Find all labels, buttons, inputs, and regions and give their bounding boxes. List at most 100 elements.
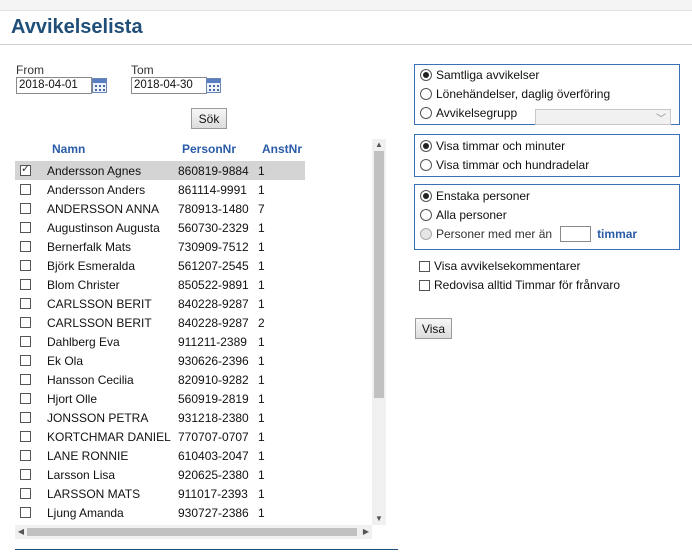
option-persons-more-than[interactable]: Personer med mer än timmar <box>420 226 637 242</box>
row-checkbox[interactable] <box>20 450 31 461</box>
radio-single-persons[interactable] <box>420 190 432 202</box>
row-personnr: 930727-2386 <box>178 506 249 520</box>
table-row[interactable]: Hjort Olle 560919-2819 1 <box>15 389 305 408</box>
option-all-deviations[interactable]: Samtliga avvikelser <box>420 67 539 83</box>
table-row[interactable]: Andersson Agnes 860819-9884 1 <box>15 161 305 180</box>
column-header-personnr[interactable]: PersonNr <box>182 142 236 156</box>
vertical-scrollbar[interactable]: ▲ ▼ <box>372 139 386 525</box>
option-deviation-group-label: Avvikelsegrupp <box>436 106 518 120</box>
show-absence-hours-checkbox[interactable]: Redovisa alltid Timmar för frånvaro <box>419 277 620 293</box>
option-all-deviations-label: Samtliga avvikelser <box>436 68 540 82</box>
horizontal-scroll-thumb[interactable] <box>27 528 357 536</box>
table-row[interactable]: CARLSSON BERIT 840228-9287 1 <box>15 294 305 313</box>
row-personnr: 911211-2389 <box>178 335 247 349</box>
hours-input[interactable] <box>560 226 592 242</box>
row-checkbox[interactable] <box>20 241 31 252</box>
table-row[interactable]: Andersson Anders 861114-9991 1 <box>15 180 305 199</box>
option-deviation-group[interactable]: Avvikelsegrupp <box>420 105 517 121</box>
radio-all-persons[interactable] <box>420 209 432 221</box>
table-row[interactable]: Augustinson Augusta 560730-2329 1 <box>15 218 305 237</box>
row-personnr: 850522-9891 <box>178 278 249 292</box>
table-row[interactable]: JONSSON PETRA 931218-2380 1 <box>15 408 305 427</box>
row-personnr: 770707-0707 <box>178 430 249 444</box>
row-checkbox[interactable] <box>20 412 31 423</box>
row-checkbox[interactable] <box>20 355 31 366</box>
column-header-name[interactable]: Namn <box>52 142 85 156</box>
row-personnr: 780913-1480 <box>178 202 249 216</box>
table-row[interactable]: Larsson Lisa 920625-2380 1 <box>15 465 305 484</box>
table-row[interactable]: LARSSON MATS 911017-2393 1 <box>15 484 305 503</box>
column-header-anstnr[interactable]: AnstNr <box>262 142 302 156</box>
row-personnr: 561207-2545 <box>178 259 249 273</box>
row-checkbox[interactable] <box>20 507 31 518</box>
row-name: Ek Ola <box>47 354 84 368</box>
show-comments-box[interactable] <box>419 260 430 272</box>
table-row[interactable]: Ek Ola 930626-2396 1 <box>15 351 305 370</box>
table-row[interactable]: Hansson Cecilia 820910-9282 1 <box>15 370 305 389</box>
deviation-group-select[interactable]: ﹀ <box>535 109 671 125</box>
radio-persons-more-than[interactable] <box>420 228 432 240</box>
scroll-left-icon[interactable]: ◀ <box>16 527 26 537</box>
search-button[interactable]: Sök <box>191 108 227 129</box>
row-name: LARSSON MATS <box>47 487 141 501</box>
time-format-group: Visa timmar och minuter Visa timmar och … <box>414 134 680 177</box>
row-name: JONSSON PETRA <box>47 411 149 425</box>
row-checkbox[interactable] <box>20 317 31 328</box>
row-checkbox[interactable] <box>20 184 31 195</box>
row-checkbox[interactable] <box>20 279 31 290</box>
tom-calendar-icon[interactable] <box>206 78 221 93</box>
row-anstnr: 1 <box>258 392 265 406</box>
row-checkbox[interactable] <box>20 222 31 233</box>
row-name: Björk Esmeralda <box>47 259 136 273</box>
row-personnr: 840228-9287 <box>178 316 249 330</box>
radio-hours-hundredths[interactable] <box>420 159 432 171</box>
table-row[interactable]: LANE RONNIE 610403-2047 1 <box>15 446 305 465</box>
option-single-persons[interactable]: Enstaka personer <box>420 188 530 204</box>
table-row[interactable]: KORTCHMAR DANIEL 770707-0707 1 <box>15 427 305 446</box>
row-checkbox[interactable] <box>20 431 31 442</box>
row-checkbox[interactable] <box>20 203 31 214</box>
row-checkbox[interactable] <box>20 336 31 347</box>
horizontal-scrollbar[interactable]: ◀ ▶ <box>15 525 372 539</box>
option-hours-hundredths[interactable]: Visa timmar och hundradelar <box>420 157 589 173</box>
option-daily-transfer[interactable]: Lönehändelser, daglig överföring <box>420 86 610 102</box>
row-checkbox[interactable] <box>20 488 31 499</box>
row-personnr: 610403-2047 <box>178 449 249 463</box>
row-checkbox[interactable] <box>20 469 31 480</box>
row-checkbox[interactable] <box>20 298 31 309</box>
scroll-up-icon[interactable]: ▲ <box>374 140 384 150</box>
vertical-scroll-thumb[interactable] <box>374 151 384 398</box>
from-date-input[interactable]: 2018-04-01 <box>16 77 92 94</box>
radio-hours-minutes[interactable] <box>420 140 432 152</box>
show-absence-hours-box[interactable] <box>419 279 430 291</box>
person-list: Namn PersonNr AnstNr Andersson Agnes 8608… <box>15 139 386 539</box>
row-checkbox[interactable] <box>20 374 31 385</box>
table-row[interactable]: Ljung Amanda 930727-2386 1 <box>15 503 305 522</box>
table-row[interactable]: Björk Esmeralda 561207-2545 1 <box>15 256 305 275</box>
radio-all-deviations[interactable] <box>420 69 432 81</box>
show-button[interactable]: Visa <box>415 318 452 339</box>
table-row[interactable]: Dahlberg Eva 911211-2389 1 <box>15 332 305 351</box>
from-calendar-icon[interactable] <box>92 78 107 93</box>
row-anstnr: 1 <box>258 164 265 178</box>
scroll-right-icon[interactable]: ▶ <box>361 527 371 537</box>
table-row[interactable]: Blom Christer 850522-9891 1 <box>15 275 305 294</box>
show-comments-checkbox[interactable]: Visa avvikelsekommentarer <box>419 258 581 274</box>
scroll-down-icon[interactable]: ▼ <box>374 514 384 524</box>
row-checkbox[interactable] <box>20 260 31 271</box>
list-bottom-divider <box>15 549 398 550</box>
option-hours-minutes[interactable]: Visa timmar och minuter <box>420 138 565 154</box>
row-personnr: 560919-2819 <box>178 392 249 406</box>
table-row[interactable]: Bernerfalk Mats 730909-7512 1 <box>15 237 305 256</box>
radio-deviation-group[interactable] <box>420 107 432 119</box>
row-anstnr: 1 <box>258 183 265 197</box>
table-row[interactable]: ANDERSSON ANNA 780913-1480 7 <box>15 199 305 218</box>
tom-date-input[interactable]: 2018-04-30 <box>131 77 207 94</box>
row-anstnr: 1 <box>258 259 265 273</box>
row-checkbox[interactable] <box>20 393 31 404</box>
radio-daily-transfer[interactable] <box>420 88 432 100</box>
row-personnr: 861114-9991 <box>178 183 247 197</box>
row-checkbox[interactable] <box>20 162 31 176</box>
option-all-persons[interactable]: Alla personer <box>420 207 507 223</box>
table-row[interactable]: CARLSSON BERIT 840228-9287 2 <box>15 313 305 332</box>
